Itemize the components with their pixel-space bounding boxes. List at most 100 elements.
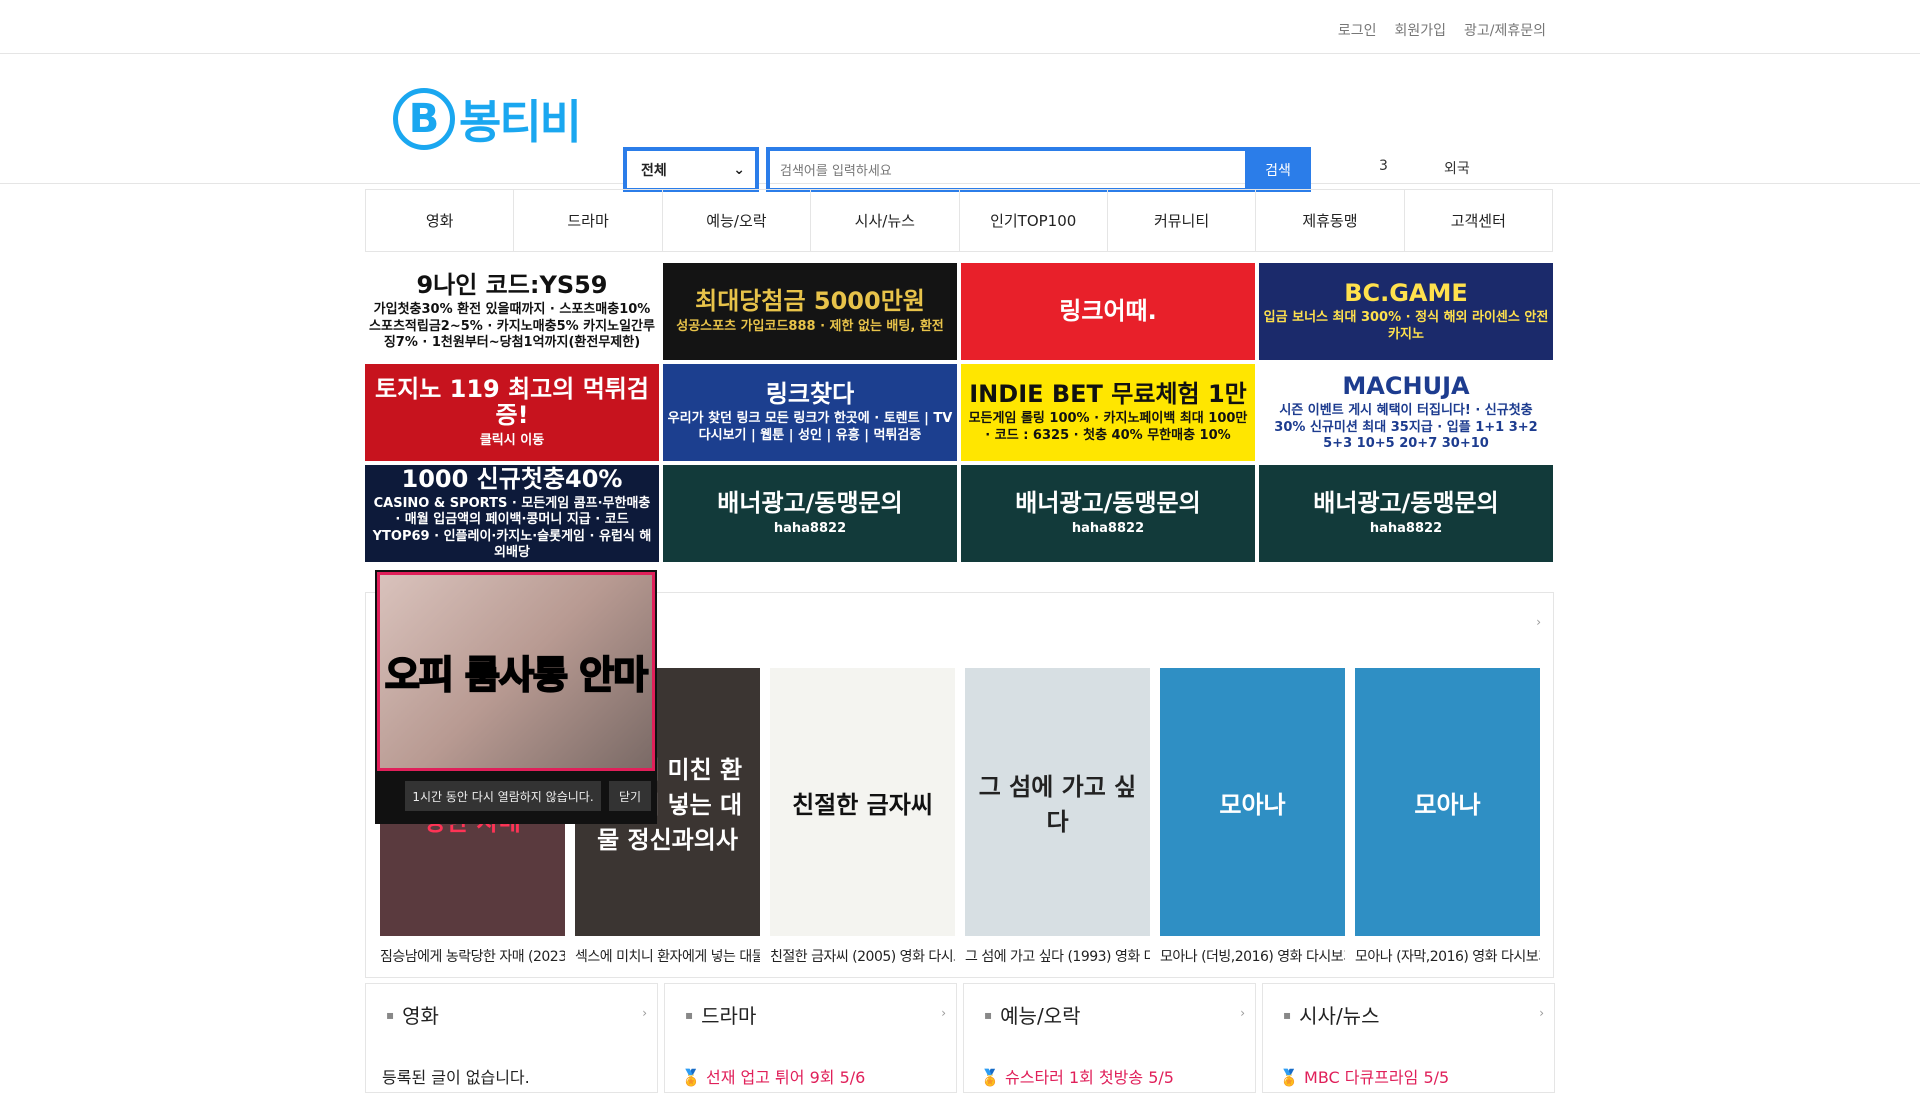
category-icon: ▪ bbox=[984, 1007, 993, 1022]
site-logo[interactable]: B 봉티비 bbox=[393, 86, 582, 152]
category-box: ▪ 예능/오락 › 🏅 슈스타러 1회 첫방송 5/5 bbox=[963, 983, 1256, 1093]
banner-ad[interactable]: MACHUJA 시즌 이벤트 게시 혜택이 터집니다! · 신규첫충 30% 신규… bbox=[1259, 364, 1553, 461]
popup-hide-1h-button[interactable]: 1시간 동안 다시 열람하지 않습니다. bbox=[405, 781, 601, 811]
more-icon[interactable]: › bbox=[1539, 1006, 1544, 1020]
category-icon: ▪ bbox=[685, 1007, 694, 1022]
search-input[interactable]: 검색어를 입력하세요 bbox=[766, 147, 1245, 192]
poster-card[interactable]: 친절한 금자씨친절한 금자씨 (2005) 영화 다시보기 bbox=[770, 668, 955, 966]
header-foreign-link[interactable]: 외국 bbox=[1444, 158, 1470, 178]
banner-ad[interactable]: BC.GAME 입금 보너스 최대 300% · 정식 해외 라이센스 안전 카지… bbox=[1259, 263, 1553, 360]
category-post[interactable]: 🏅 선재 업고 튀어 9회 5/6 bbox=[681, 1064, 865, 1088]
nav-item[interactable]: 드라마 bbox=[514, 190, 663, 251]
search-button[interactable]: 검색 bbox=[1245, 147, 1311, 192]
nav-item[interactable]: 인기TOP100 bbox=[960, 190, 1108, 251]
nav-item[interactable]: 시사/뉴스 bbox=[811, 190, 960, 251]
banner-subtext: CASINO & SPORTS · 모든게임 콤프·무한매충 · 매월 입금액의… bbox=[372, 496, 652, 560]
banner-ad[interactable]: 배너광고/동맹문의 haha8822 bbox=[1259, 465, 1553, 562]
popup-text-a: 오피 bbox=[384, 652, 466, 698]
header-count[interactable]: 3 bbox=[1379, 158, 1388, 174]
poster-caption[interactable]: 그 섬에 가고 싶다 (1993) 영화 다시보기 bbox=[965, 946, 1150, 966]
banner-headline: 배너광고/동맹문의 bbox=[1015, 489, 1201, 518]
banner-subtext: 성공스포츠 가입코드888 · 제한 없는 배팅, 환전 bbox=[676, 318, 944, 334]
main-nav: 영화 드라마 예능/오락 시사/뉴스 인기TOP100 커뮤니티 제휴동맹 고객센터 bbox=[365, 189, 1553, 252]
popup-text-b: 룸사롱 bbox=[464, 652, 569, 698]
banner-headline: 링크어때. bbox=[1059, 297, 1157, 326]
poster-card[interactable]: 모아나모아나 (자막,2016) 영화 다시보기 bbox=[1355, 668, 1540, 966]
ad-inquiry-link[interactable]: 광고/제휴문의 bbox=[1464, 20, 1546, 40]
nav-item[interactable]: 영화 bbox=[366, 190, 515, 251]
category-post[interactable]: 🏅 MBC 다큐프라임 5/5 bbox=[1279, 1064, 1449, 1088]
search-category-value: 전체 bbox=[641, 162, 667, 179]
banner-headline: INDIE BET 무료체험 1만 bbox=[969, 380, 1247, 409]
category-post: 등록된 글이 없습니다. bbox=[382, 1068, 530, 1087]
category-title[interactable]: ▪ 시사/뉴스 bbox=[1283, 1000, 1379, 1029]
logo-text: 봉티비 bbox=[459, 95, 582, 149]
popup-ad-image[interactable]: 오피 룸사롱 안마 bbox=[377, 572, 655, 771]
signup-link[interactable]: 회원가입 bbox=[1394, 20, 1446, 40]
search-category-select[interactable]: 전체 ⌄ bbox=[623, 147, 759, 192]
banner-headline: BC.GAME bbox=[1344, 279, 1468, 308]
category-title[interactable]: ▪ 영화 bbox=[386, 1000, 439, 1029]
nav-item[interactable]: 커뮤니티 bbox=[1108, 190, 1257, 251]
banner-ad[interactable]: INDIE BET 무료체험 1만 모든게임 롤링 100% · 카지노페이백 최… bbox=[961, 364, 1255, 461]
banner-subtext: 가입첫충30% 환전 있을때까지 · 스포츠매충10% 스포츠적립금2~5% ·… bbox=[369, 302, 655, 350]
poster-image[interactable]: 모아나 bbox=[1355, 668, 1540, 936]
poster-caption[interactable]: 짐승남에게 농락당한 자매 (2023) bbox=[380, 946, 565, 966]
banner-headline: 배너광고/동맹문의 bbox=[717, 489, 903, 518]
site-header: B 봉티비 전체 ⌄ 검색어를 입력하세요 검색 3 외국 bbox=[0, 54, 1920, 192]
category-title-text: 영화 bbox=[402, 1004, 439, 1028]
banner-grid: 9나인 코드:YS59 가입첫충30% 환전 있을때까지 · 스포츠매충10% 스… bbox=[365, 263, 1553, 562]
login-link[interactable]: 로그인 bbox=[1338, 20, 1377, 40]
banner-ad[interactable]: 최대당첨금 5000만원 성공스포츠 가입코드888 · 제한 없는 배팅, 환전 bbox=[663, 263, 957, 360]
category-box: ▪ 영화 › 등록된 글이 없습니다. bbox=[365, 983, 658, 1093]
popup-close-button[interactable]: 닫기 bbox=[609, 781, 651, 811]
banner-ad[interactable]: 링크어때. bbox=[961, 263, 1255, 360]
category-title[interactable]: ▪ 드라마 bbox=[685, 1000, 756, 1029]
category-title-text: 예능/오락 bbox=[1000, 1004, 1081, 1028]
more-icon[interactable]: › bbox=[1536, 615, 1541, 629]
poster-caption[interactable]: 모아나 (자막,2016) 영화 다시보기 bbox=[1355, 946, 1540, 966]
banner-ad[interactable]: 9나인 코드:YS59 가입첫충30% 환전 있을때까지 · 스포츠매충10% 스… bbox=[365, 263, 659, 360]
banner-ad[interactable]: 배너광고/동맹문의 haha8822 bbox=[961, 465, 1255, 562]
banner-headline: 배너광고/동맹문의 bbox=[1313, 489, 1499, 518]
poster-image[interactable]: 친절한 금자씨 bbox=[770, 668, 955, 936]
nav-item[interactable]: 예능/오락 bbox=[663, 190, 812, 251]
category-icon: ▪ bbox=[1283, 1007, 1292, 1022]
more-icon[interactable]: › bbox=[1240, 1006, 1245, 1020]
chevron-down-icon: ⌄ bbox=[733, 161, 745, 178]
nav-item[interactable]: 고객센터 bbox=[1405, 190, 1552, 251]
banner-subtext: haha8822 bbox=[1071, 520, 1145, 536]
more-icon[interactable]: › bbox=[941, 1006, 946, 1020]
poster-caption[interactable]: 모아나 (더빙,2016) 영화 다시보기 bbox=[1160, 946, 1345, 966]
poster-caption[interactable]: 친절한 금자씨 (2005) 영화 다시보기 bbox=[770, 946, 955, 966]
category-icon: ▪ bbox=[386, 1007, 395, 1022]
poster-caption[interactable]: 섹스에 미치니 환자에게 넣는 대물 bbox=[575, 946, 760, 966]
poster-card[interactable]: 모아나모아나 (더빙,2016) 영화 다시보기 bbox=[1160, 668, 1345, 966]
popup-text-c: 안마 bbox=[566, 652, 649, 698]
category-post[interactable]: 🏅 슈스타러 1회 첫방송 5/5 bbox=[980, 1064, 1174, 1088]
banner-ad[interactable]: 링크찾다 우리가 찾던 링크 모든 링크가 한곳에 · 토렌트 | TV다시보기 … bbox=[663, 364, 957, 461]
banner-subtext: 클릭시 이동 bbox=[479, 432, 545, 448]
search-bar: 전체 ⌄ 검색어를 입력하세요 검색 bbox=[623, 147, 1311, 192]
banner-ad[interactable]: 1000 신규첫충40% CASINO & SPORTS · 모든게임 콤프·무한… bbox=[365, 465, 659, 562]
banner-subtext: 입금 보너스 최대 300% · 정식 해외 라이센스 안전 카지노 bbox=[1263, 310, 1549, 342]
banner-headline: MACHUJA bbox=[1342, 371, 1470, 400]
banner-ad[interactable]: 토지노 119 최고의 먹튀검증! 클릭시 이동 bbox=[365, 364, 659, 461]
category-title-text: 드라마 bbox=[701, 1004, 757, 1028]
banner-headline: 1000 신규첫충40% bbox=[401, 465, 623, 493]
banner-headline: 토지노 119 최고의 먹튀검증! bbox=[375, 374, 649, 430]
poster-card[interactable]: 그 섬에 가고 싶다그 섬에 가고 싶다 (1993) 영화 다시보기 bbox=[965, 668, 1150, 966]
banner-ad[interactable]: 배너광고/동맹문의 haha8822 bbox=[663, 465, 957, 562]
category-title[interactable]: ▪ 예능/오락 bbox=[984, 1000, 1080, 1029]
banner-subtext: 시즌 이벤트 게시 혜택이 터집니다! · 신규첫충 30% 신규미션 최대 3… bbox=[1274, 403, 1538, 451]
banner-subtext: haha8822 bbox=[1369, 520, 1443, 536]
nav-item[interactable]: 제휴동맹 bbox=[1256, 190, 1405, 251]
category-box: ▪ 시사/뉴스 › 🏅 MBC 다큐프라임 5/5 bbox=[1262, 983, 1555, 1093]
top-links: 로그인 회원가입 광고/제휴문의 bbox=[1338, 20, 1546, 40]
banner-headline: 9나인 코드:YS59 bbox=[416, 270, 608, 299]
banner-headline: 링크찾다 bbox=[765, 380, 855, 409]
poster-image[interactable]: 모아나 bbox=[1160, 668, 1345, 936]
more-icon[interactable]: › bbox=[642, 1006, 647, 1020]
poster-image[interactable]: 그 섬에 가고 싶다 bbox=[965, 668, 1150, 936]
banner-subtext: 우리가 찾던 링크 모든 링크가 한곳에 · 토렌트 | TV다시보기 | 웹툰… bbox=[667, 411, 953, 443]
